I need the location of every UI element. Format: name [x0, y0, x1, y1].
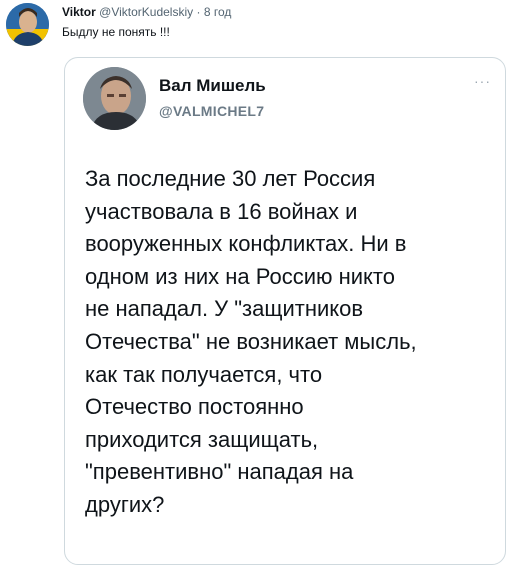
quote-line: участвовала в 16 войнах и	[85, 198, 358, 224]
quoted-author-handle[interactable]: @VALMICHEL7	[159, 103, 264, 119]
quote-line: как так получается, что	[85, 361, 323, 387]
quote-line: Отечества" не возникает мысль,	[85, 328, 417, 354]
quote-line: вооруженных конфликтах. Ни в	[85, 231, 407, 257]
quote-line: приходится защищать,	[85, 426, 319, 452]
tweet-time[interactable]: 8 год	[204, 5, 232, 19]
quote-line: Отечество постоянно	[85, 394, 304, 420]
more-options-icon[interactable]: ···	[474, 74, 491, 88]
author-name[interactable]: Viktor	[62, 5, 96, 19]
quoted-tweet-card[interactable]: Вал Мишель @VALMICHEL7 ··· За последние …	[64, 57, 506, 565]
tweet-text: Быдлу не понять !!!	[62, 25, 170, 39]
quote-line: не нападал. У "защитников	[85, 296, 364, 322]
tweet: Viktor @ViktorKudelskiy · 8 год Быдлу не…	[0, 0, 521, 572]
author-handle[interactable]: @ViktorKudelskiy	[99, 5, 193, 19]
quoted-author-name[interactable]: Вал Мишель	[159, 76, 266, 96]
quote-line: одном из них на Россию никто	[85, 263, 395, 289]
user-avatar[interactable]	[6, 3, 49, 46]
quote-line: других?	[85, 491, 165, 517]
quoted-user-avatar[interactable]	[83, 67, 146, 130]
separator: ·	[196, 5, 201, 19]
tweet-header: Viktor @ViktorKudelskiy · 8 год	[62, 4, 231, 20]
quote-line: "превентивно" нападая на	[85, 459, 354, 485]
quoted-tweet-text: За последние 30 лет Россия участвовала в…	[85, 163, 501, 522]
quote-line: За последние 30 лет Россия	[85, 166, 376, 191]
